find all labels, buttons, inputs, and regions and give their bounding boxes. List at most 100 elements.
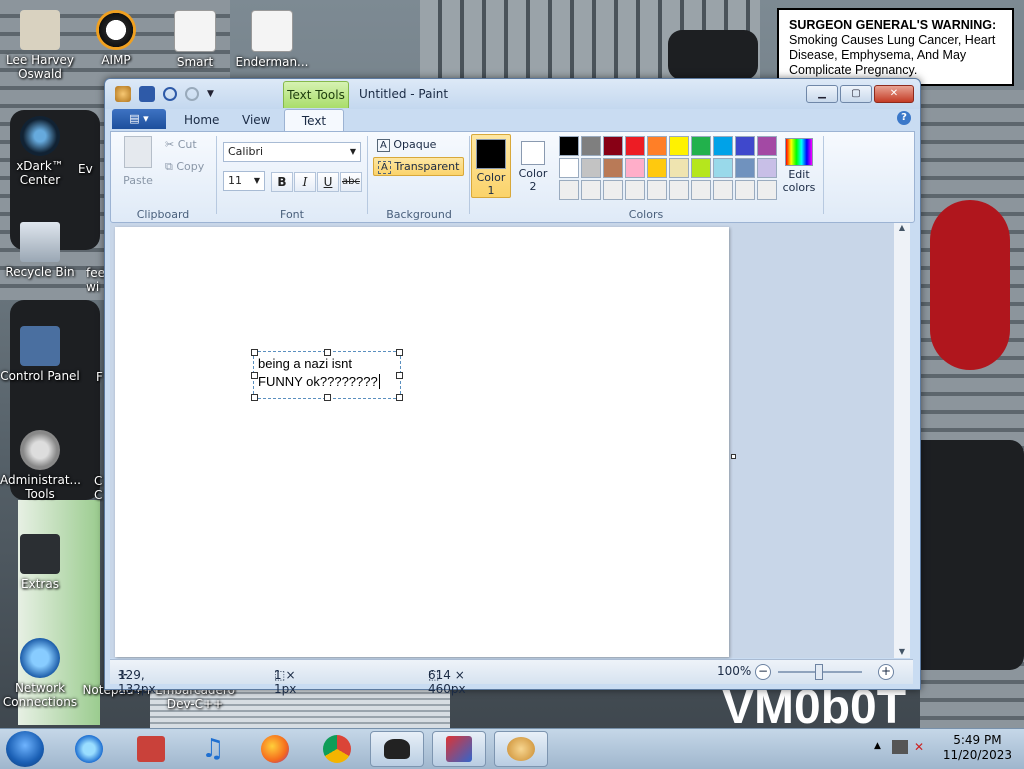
palette-swatch[interactable] <box>625 180 645 200</box>
maximize-button[interactable]: ▢ <box>840 85 872 103</box>
zoom-in-button[interactable]: + <box>878 664 894 680</box>
bold-button[interactable]: B <box>271 172 293 192</box>
palette-swatch[interactable] <box>713 158 733 178</box>
desktop-icon-partial[interactable]: F <box>96 370 104 384</box>
palette-swatch[interactable] <box>559 136 579 156</box>
resize-handle[interactable] <box>396 394 403 401</box>
strikethrough-button[interactable]: abc <box>340 172 362 192</box>
show-hidden-icons[interactable]: ▲ <box>874 741 881 751</box>
palette-swatch[interactable] <box>647 180 667 200</box>
undo-icon[interactable] <box>163 87 177 101</box>
paint-menu-button[interactable]: ▤ ▾ <box>112 109 166 129</box>
palette-swatch[interactable] <box>559 158 579 178</box>
palette-swatch[interactable] <box>757 158 777 178</box>
resize-handle[interactable] <box>396 349 403 356</box>
tab-text[interactable]: Text <box>284 109 344 132</box>
desktop-icon-lee-harvey-oswald[interactable]: Lee Harvey Oswald <box>0 10 80 81</box>
resize-handle[interactable] <box>396 372 403 379</box>
palette-swatch[interactable] <box>581 136 601 156</box>
palette-swatch[interactable] <box>669 180 689 200</box>
scroll-up-icon[interactable]: ▲ <box>894 223 910 232</box>
close-button[interactable]: ✕ <box>874 85 914 103</box>
minimize-button[interactable]: ▁ <box>806 85 838 103</box>
scroll-down-icon[interactable]: ▼ <box>894 647 910 656</box>
canvas-resize-handle[interactable] <box>731 454 736 459</box>
palette-swatch[interactable] <box>757 136 777 156</box>
palette-swatch[interactable] <box>647 158 667 178</box>
network-tray-icon[interactable] <box>892 740 908 754</box>
desktop-icon-xdark-center[interactable]: xDark™ Center <box>0 116 80 187</box>
text-box[interactable]: being a nazi isnt FUNNY ok???????? <box>251 349 403 401</box>
palette-swatch[interactable] <box>581 158 601 178</box>
resize-handle[interactable] <box>324 394 331 401</box>
drawing-canvas[interactable]: being a nazi isnt FUNNY ok???????? <box>115 227 729 657</box>
customize-toolbar-icon[interactable]: ▼ <box>207 89 214 99</box>
tab-home[interactable]: Home <box>172 109 231 131</box>
transparent-button[interactable]: A Transparent <box>373 157 465 176</box>
palette-swatch[interactable] <box>757 180 777 200</box>
desktop-icon-smart[interactable]: Smart <box>155 10 235 69</box>
paste-button[interactable]: Paste <box>121 136 155 187</box>
zoom-slider-thumb[interactable] <box>815 664 823 680</box>
palette-swatch[interactable] <box>735 180 755 200</box>
clock[interactable]: 5:49 PM 11/20/2023 <box>943 733 1012 763</box>
paint-app-icon[interactable] <box>115 86 131 102</box>
taskbar-app-open[interactable] <box>370 731 424 767</box>
help-button[interactable]: ? <box>897 111 911 125</box>
palette-swatch[interactable] <box>647 136 667 156</box>
palette-swatch[interactable] <box>691 136 711 156</box>
desktop-icon-extras[interactable]: Extras <box>0 534 80 591</box>
palette-swatch[interactable] <box>581 180 601 200</box>
palette-swatch[interactable] <box>735 158 755 178</box>
desktop-icon-aimp[interactable]: AIMP <box>76 10 156 67</box>
color2-button[interactable]: Color 2 <box>515 134 551 196</box>
redo-icon[interactable] <box>185 87 199 101</box>
resize-handle[interactable] <box>251 372 258 379</box>
resize-handle[interactable] <box>251 349 258 356</box>
palette-swatch[interactable] <box>603 136 623 156</box>
taskbar-chrome[interactable] <box>310 731 364 767</box>
palette-swatch[interactable] <box>691 180 711 200</box>
edit-colors-button[interactable]: Edit colors <box>779 134 819 196</box>
palette-swatch[interactable] <box>603 158 623 178</box>
vertical-scrollbar[interactable]: ▲ ▼ <box>894 223 910 658</box>
resize-handle[interactable] <box>251 394 258 401</box>
taskbar-paint-open[interactable] <box>494 731 548 767</box>
copy-button[interactable]: ⧉ Copy <box>165 160 204 174</box>
save-icon[interactable] <box>139 86 155 102</box>
desktop-icon-partial[interactable]: fee wi <box>86 266 104 294</box>
desktop-icon-partial[interactable]: C C <box>94 474 104 502</box>
desktop-icon-enderman[interactable]: Enderman... <box>232 10 312 69</box>
taskbar-music[interactable]: ♫ <box>186 731 240 767</box>
taskbar-internet-explorer[interactable] <box>62 731 116 767</box>
resize-handle[interactable] <box>324 349 331 356</box>
palette-swatch[interactable] <box>691 158 711 178</box>
underline-button[interactable]: U <box>317 172 339 192</box>
desktop-icon-partial[interactable]: Ev <box>78 162 104 176</box>
taskbar-windows-store[interactable] <box>124 731 178 767</box>
color1-button[interactable]: Color 1 <box>471 134 511 198</box>
volume-muted-icon[interactable]: ✕ <box>914 740 930 754</box>
palette-swatch[interactable] <box>603 180 623 200</box>
taskbar-tools-open[interactable] <box>432 731 486 767</box>
desktop-icon-network-connections[interactable]: Network Connections <box>0 638 80 709</box>
palette-swatch[interactable] <box>625 136 645 156</box>
cut-button[interactable]: ✂ Cut <box>165 138 197 151</box>
palette-swatch[interactable] <box>669 158 689 178</box>
palette-swatch[interactable] <box>713 180 733 200</box>
font-size-select[interactable]: 11 ▼ <box>223 171 265 191</box>
palette-swatch[interactable] <box>625 158 645 178</box>
title-bar[interactable]: ▼ Text Tools Untitled - Paint ▁ ▢ ✕ <box>105 79 920 109</box>
font-family-select[interactable]: Calibri ▼ <box>223 142 361 162</box>
zoom-out-button[interactable]: − <box>755 664 771 680</box>
palette-swatch[interactable] <box>669 136 689 156</box>
italic-button[interactable]: I <box>294 172 316 192</box>
desktop-icon-control-panel[interactable]: Control Panel <box>0 326 80 383</box>
palette-swatch[interactable] <box>735 136 755 156</box>
palette-swatch[interactable] <box>559 180 579 200</box>
desktop-icon-administrative-tools[interactable]: Administrat... Tools <box>0 430 81 501</box>
taskbar-firefox[interactable] <box>248 731 302 767</box>
desktop-icon-recycle-bin[interactable]: Recycle Bin <box>0 222 80 279</box>
start-button[interactable] <box>6 731 44 767</box>
tab-view[interactable]: View <box>230 109 282 131</box>
